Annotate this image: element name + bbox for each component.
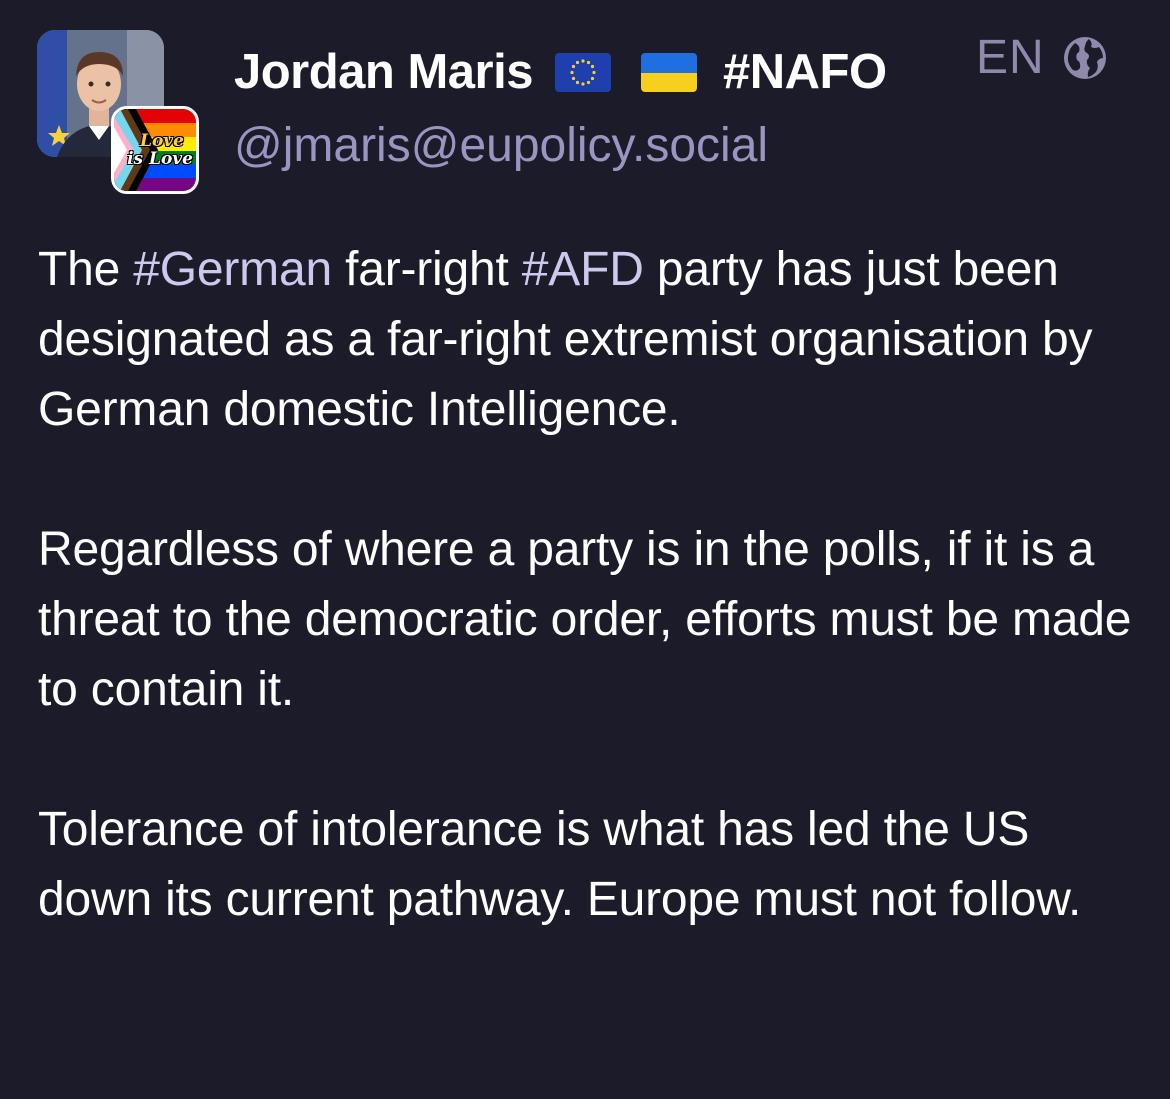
post-paragraph-3: Tolerance of intolerance is what has led… [38,803,1082,926]
author-display-name[interactable]: Jordan Maris [234,44,533,100]
author-name-row[interactable]: Jordan Maris #NAFO [234,42,887,102]
author-name-hashtag[interactable]: #NAFO [723,44,887,100]
globe-icon [1063,36,1106,79]
post-paragraph-1: The #German far-right #AFD party has jus… [38,235,1138,445]
post-paragraph-2: Regardless of where a party is in the po… [38,523,1132,716]
eu-flag-icon [554,52,611,92]
author-handle[interactable]: @jmaris@eupolicy.social [234,118,768,173]
post-text: The [38,243,134,296]
pride-badge: Love is Love [111,106,199,194]
post-content: The #German far-right #AFD party has jus… [38,235,1138,935]
badge-text-line1: Love [140,131,184,151]
post-card: Love is Love Jordan Maris #NAFO @jmaris@… [0,0,1170,1099]
language-indicator[interactable]: EN [976,30,1109,85]
ukraine-flag-icon [640,52,697,92]
language-code: EN [976,31,1045,84]
post-text: far-right [331,243,522,296]
hashtag-afd-link[interactable]: #AFD [522,243,644,296]
hashtag-german-link[interactable]: #German [133,243,332,296]
badge-text-line2: is Love [127,149,193,169]
